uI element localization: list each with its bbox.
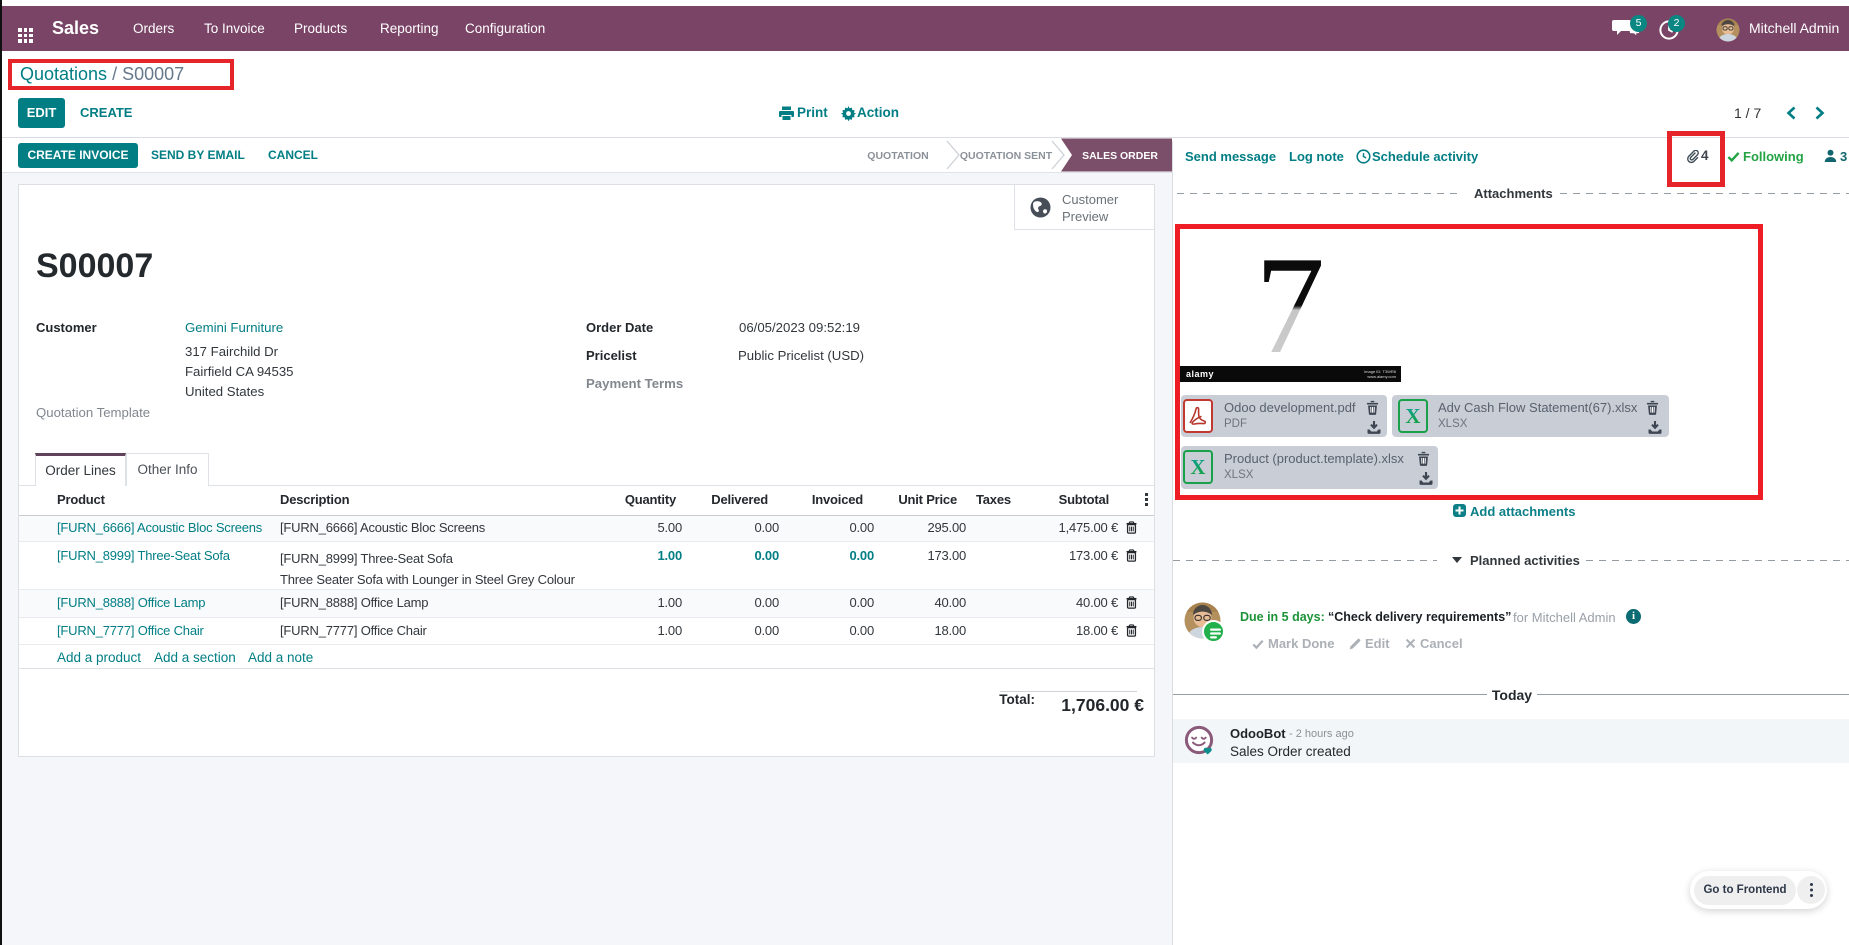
svg-text:QUOTATION SENT: QUOTATION SENT [960,150,1053,162]
svg-text:SALES ORDER: SALES ORDER [1082,150,1158,162]
svg-text:QUOTATION: QUOTATION [867,150,928,162]
